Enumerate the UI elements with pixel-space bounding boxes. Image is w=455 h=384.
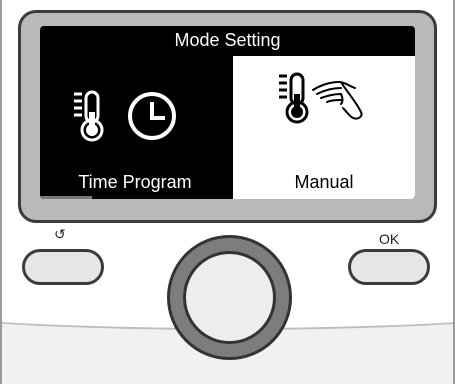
ok-button[interactable] [348,249,430,285]
rotary-knob[interactable] [167,235,292,360]
back-button[interactable] [22,249,104,285]
ok-label: OK [379,231,400,247]
option-time-program[interactable]: Time Program [40,56,230,199]
option-manual[interactable]: Manual [233,56,415,199]
knob-center[interactable] [183,251,276,344]
screen-title: Mode Setting [174,29,281,50]
display-screen: Mode Setting Time Program Manual [40,26,415,199]
option-label-time-program: Time Program [78,172,192,192]
back-arrow-icon: ↺ [54,226,66,242]
scroll-indicator [40,196,92,199]
option-label-manual: Manual [294,172,354,192]
thermostat-device: Mode Setting Time Program Manual ↺ OK [0,0,455,384]
thermometer-hand-icon [279,72,363,124]
thermometer-clock-icon [74,90,176,142]
